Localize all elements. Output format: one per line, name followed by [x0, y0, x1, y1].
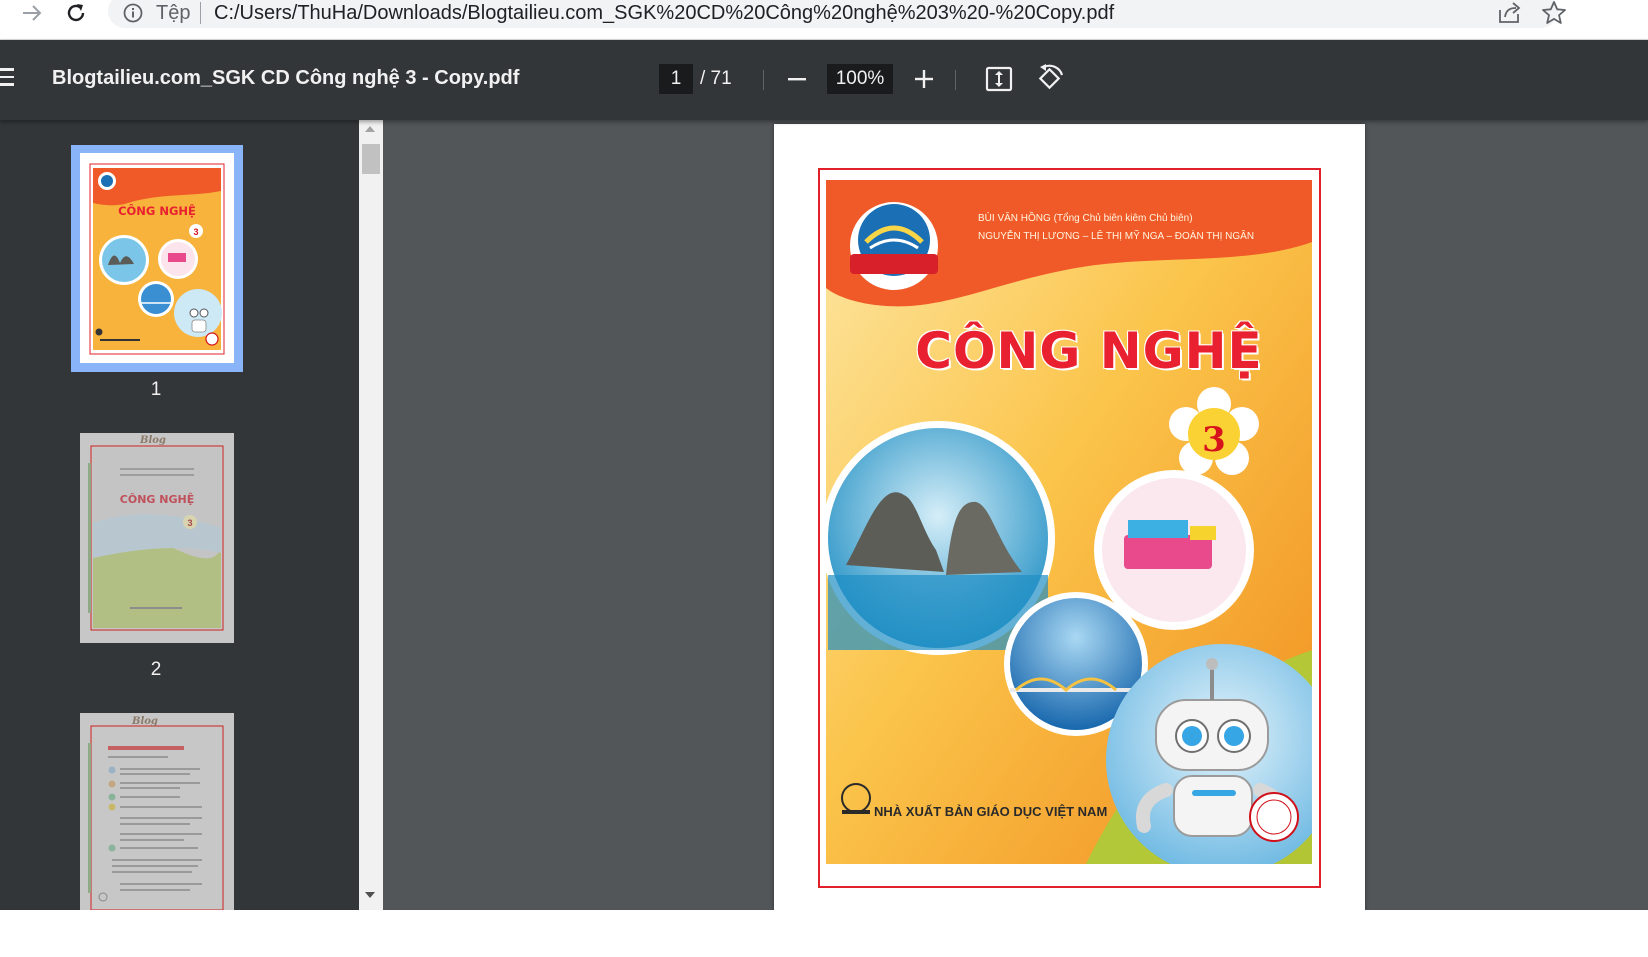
thumbnail-cover-image: CÔNG NGHỆ 3	[89, 163, 225, 355]
file-scheme-label: Tệp	[156, 2, 191, 24]
rotate-icon[interactable]	[1035, 63, 1065, 95]
sidebar-scrollbar[interactable]	[359, 120, 383, 910]
thumbnail-number: 2	[150, 659, 162, 680]
info-icon[interactable]	[122, 2, 144, 24]
reload-icon	[67, 4, 85, 22]
cover-authors: BÙI VĂN HỒNG (Tổng Chủ biên kiêm Chủ biê…	[978, 210, 1254, 246]
reload-button[interactable]	[58, 0, 94, 26]
pdf-toolbar: Blogtailieu.com_SGK CD Công nghệ 3 - Cop…	[0, 40, 1648, 120]
toolbar-divider	[763, 70, 764, 90]
minus-icon	[788, 78, 806, 81]
svg-text:Blog: Blog	[139, 435, 166, 446]
zoom-level-input[interactable]: 100%	[827, 64, 893, 94]
thumbnail-page-2[interactable]: Blog CÔNG NGHỆ 3	[80, 433, 234, 643]
thumbnail-number: 1	[150, 379, 162, 400]
page-total: / 71	[700, 68, 732, 89]
cover-author-line: BÙI VĂN HỒNG (Tổng Chủ biên kiêm Chủ biê…	[978, 213, 1193, 224]
page-number-input[interactable]: 1	[659, 64, 693, 94]
svg-text:3: 3	[193, 227, 198, 237]
window-bottom-edge	[0, 910, 1648, 957]
browser-address-bar: Tệp C:/Users/ThuHa/Downloads/Blogtailieu…	[0, 0, 1648, 40]
plus-icon	[915, 70, 933, 88]
forward-button[interactable]	[14, 0, 50, 26]
scroll-down-arrow-icon[interactable]	[365, 892, 375, 898]
sidebar-menu-icon[interactable]	[0, 68, 16, 88]
arrow-right-icon	[23, 5, 42, 21]
cover-grade-number: 3	[1202, 420, 1226, 460]
omnibox-divider	[200, 2, 201, 24]
thumbnail-page-1[interactable]: CÔNG NGHỆ 3	[80, 153, 234, 363]
scrollbar-thumb[interactable]	[362, 144, 380, 174]
document-viewer[interactable]: BÙI VĂN HỒNG (Tổng Chủ biên kiêm Chủ biê…	[383, 120, 1648, 910]
thumbnail-sidebar: CÔNG NGHỆ 3 1 Blog CÔNG NGHỆ 3 2 Blog	[0, 120, 359, 910]
cover-artwork	[826, 180, 1312, 864]
svg-text:3: 3	[187, 518, 192, 528]
svg-text:Blog: Blog	[131, 716, 158, 727]
zoom-in-button[interactable]	[909, 64, 939, 94]
svg-text:CÔNG NGHỆ: CÔNG NGHỆ	[118, 203, 196, 218]
scroll-up-arrow-icon[interactable]	[365, 126, 375, 132]
cover-title: CÔNG NGHỆ	[915, 322, 1263, 380]
book-cover: BÙI VĂN HỒNG (Tổng Chủ biên kiêm Chủ biê…	[826, 180, 1312, 864]
cover-publisher: NHÀ XUẤT BẢN GIÁO DỤC VIỆT NAM	[874, 804, 1108, 819]
thumbnail-page-2-image: Blog CÔNG NGHỆ 3	[80, 433, 234, 643]
cover-author-line: NGUYỄN THỊ LƯƠNG – LÊ THỊ MỸ NGA – ĐOÀN …	[978, 231, 1255, 242]
zoom-out-button[interactable]	[783, 64, 811, 94]
thumbnail-page-3[interactable]: Blog	[80, 713, 234, 910]
document-title: Blogtailieu.com_SGK CD Công nghệ 3 - Cop…	[52, 67, 520, 89]
url-text[interactable]: C:/Users/ThuHa/Downloads/Blogtailieu.com…	[214, 1, 1114, 25]
bookmark-star-icon[interactable]	[1540, 0, 1568, 26]
toolbar-divider	[955, 70, 956, 90]
svg-text:CÔNG NGHỆ: CÔNG NGHỆ	[120, 493, 194, 506]
thumbnail-page-3-image: Blog	[80, 713, 234, 910]
pdf-page-1: BÙI VĂN HỒNG (Tổng Chủ biên kiêm Chủ biê…	[774, 124, 1365, 910]
fit-to-page-icon[interactable]	[984, 65, 1014, 93]
share-icon[interactable]	[1496, 0, 1524, 26]
